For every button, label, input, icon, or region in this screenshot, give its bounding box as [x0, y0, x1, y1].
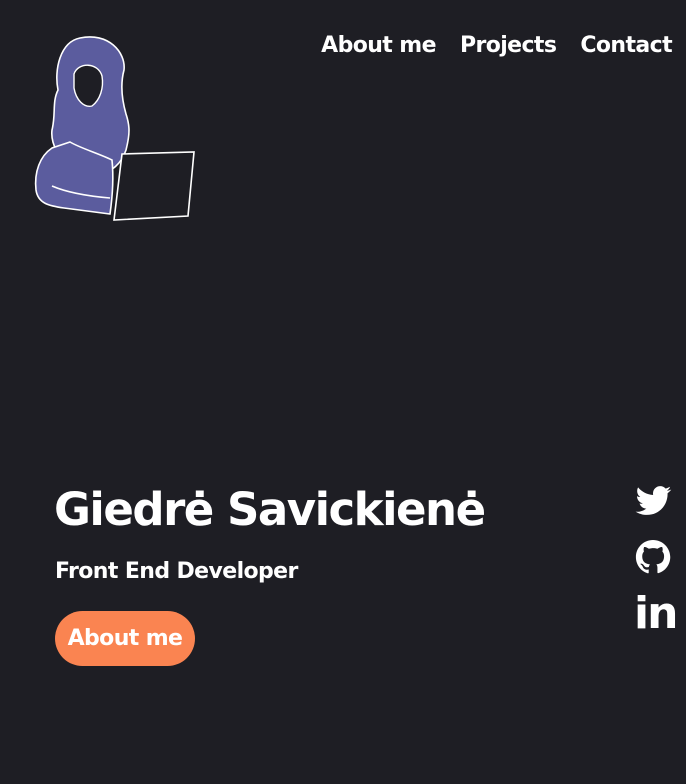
main-nav: About me Projects Contact [321, 30, 672, 62]
github-icon [635, 540, 671, 574]
social-links: in [634, 479, 678, 639]
illustration-face [73, 64, 104, 107]
logo-illustration [34, 36, 195, 221]
twitter-link[interactable] [634, 479, 672, 523]
linkedin-link[interactable]: in [634, 588, 678, 639]
nav-contact[interactable]: Contact [580, 30, 672, 62]
illustration-laptop [113, 151, 195, 221]
hero-role: Front End Developer [55, 559, 298, 584]
about-me-button[interactable]: About me [55, 611, 195, 666]
nav-about-me[interactable]: About me [321, 30, 436, 62]
hero-name: Giedrė Savickienė [54, 483, 486, 536]
twitter-icon [635, 486, 672, 515]
linkedin-icon: in [634, 588, 678, 639]
github-link[interactable] [634, 535, 672, 579]
nav-projects[interactable]: Projects [460, 30, 557, 62]
